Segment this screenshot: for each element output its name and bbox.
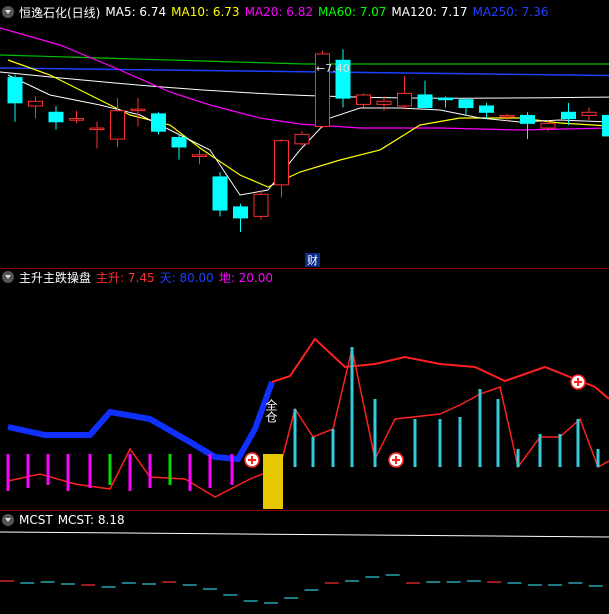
peak-price-label: ←7.40 — [316, 62, 350, 75]
candle-up — [69, 118, 84, 121]
candle-up — [253, 193, 269, 217]
signal-panel-header: 主升主跌操盘 主升: 7.45 天: 80.00 地: 20.00 — [2, 269, 283, 285]
signal-panel-title: 主升主跌操盘 — [19, 270, 92, 285]
indicator-value: MA5: 6.74 — [105, 5, 167, 19]
trend-band-blue — [7, 380, 275, 463]
ma250-line — [0, 67, 609, 77]
ma120-line — [0, 71, 609, 99]
candle-down — [233, 206, 248, 219]
panel-collapse-icon[interactable] — [2, 6, 14, 18]
candle-down — [417, 94, 433, 109]
candle-down — [458, 99, 474, 109]
mcst-panel[interactable]: MCST MCST: 8.18 — [0, 511, 609, 614]
candle-down — [48, 111, 64, 123]
candle-down — [561, 111, 576, 120]
candle-up — [397, 92, 412, 107]
trade-signal-panel[interactable]: 全仓 主升主跌操盘 主升: 7.45 天: 80.00 地: 20.00 — [0, 269, 609, 510]
ma10-line — [7, 59, 609, 188]
candle-up — [274, 140, 289, 186]
indicator-value: MCST: 8.18 — [57, 513, 125, 527]
stock-name: 恒逸石化(日线) — [19, 5, 101, 20]
mcst-panel-title: MCST — [19, 513, 53, 527]
indicator-value: MA10: 6.73 — [171, 5, 240, 19]
indicator-value: MA60: 7.07 — [318, 5, 387, 19]
main-up-line — [271, 337, 609, 400]
candle-up — [110, 110, 125, 140]
indicator-value: 天: 80.00 — [159, 270, 214, 285]
candle-up — [28, 100, 43, 107]
candle-down — [520, 114, 535, 124]
finance-marker: 财 — [307, 253, 318, 267]
mcst-indicator-list: MCST: 8.18 — [58, 513, 130, 527]
candle-up — [192, 154, 207, 157]
candle-down — [171, 137, 187, 148]
candle-down — [7, 77, 23, 104]
candlestick-chart[interactable]: ←7.40 财 — [0, 0, 609, 268]
candle-up — [581, 111, 597, 116]
candle-down — [479, 105, 494, 113]
candle-up — [294, 133, 310, 145]
ma20-line — [0, 27, 609, 131]
main-panel-header: 恒逸石化(日线) MA5: 6.74 MA10: 6.73 MA20: 6.82 MA… — [2, 4, 559, 20]
candle-up — [356, 94, 371, 105]
signal-indicator-list: 主升: 7.45 天: 80.00 地: 20.00 — [96, 269, 278, 286]
candle-up — [376, 100, 392, 105]
indicator-value: 地: 20.00 — [218, 270, 274, 285]
candle-down — [602, 114, 609, 137]
indicator-value: 主升: 7.45 — [96, 270, 155, 285]
candle-up — [89, 127, 105, 131]
signal-chart[interactable]: 全仓 — [0, 269, 609, 510]
candle-down — [151, 113, 166, 132]
main-price-panel[interactable]: ←7.40 财 恒逸石化(日线) MA5: 6.74 MA10: 6.73 MA20:… — [0, 0, 609, 268]
panel-collapse-icon[interactable] — [2, 271, 14, 283]
full-position-bar — [263, 454, 283, 509]
mcst-line — [0, 531, 609, 538]
indicator-value: MA120: 7.17 — [391, 5, 468, 19]
ma-indicator-list: MA5: 6.74 MA10: 6.73 MA20: 6.82 MA60: 7.07 M… — [105, 5, 553, 19]
candle-up — [130, 108, 146, 112]
indicator-value: MA20: 6.82 — [244, 5, 313, 19]
candle-up — [499, 114, 515, 118]
full-position-label: 全仓 — [264, 398, 278, 423]
panel-collapse-icon[interactable] — [2, 514, 14, 526]
candle-up — [540, 122, 556, 129]
indicator-value: MA250: 7.36 — [472, 5, 549, 19]
candle-down — [212, 176, 228, 211]
mcst-panel-header: MCST MCST: 8.18 — [2, 512, 135, 528]
ma60-line — [0, 54, 609, 65]
candle-down — [438, 97, 453, 101]
